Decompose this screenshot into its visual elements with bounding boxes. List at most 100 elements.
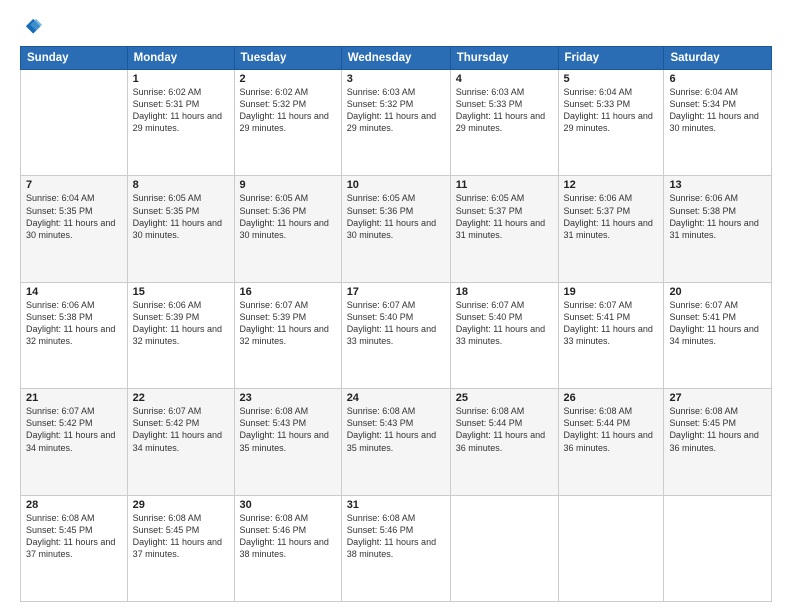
day-number: 11 [456, 179, 553, 191]
day-number: 4 [456, 73, 553, 85]
calendar-cell: 19 Sunrise: 6:07 AMSunset: 5:41 PMDaylig… [558, 282, 664, 388]
day-number: 25 [456, 392, 553, 404]
day-number: 30 [240, 499, 336, 511]
calendar-week-row: 7 Sunrise: 6:04 AMSunset: 5:35 PMDayligh… [21, 176, 772, 282]
day-info: Sunrise: 6:07 AMSunset: 5:40 PMDaylight:… [347, 299, 445, 348]
calendar-cell: 7 Sunrise: 6:04 AMSunset: 5:35 PMDayligh… [21, 176, 128, 282]
day-info: Sunrise: 6:02 AMSunset: 5:32 PMDaylight:… [240, 86, 336, 135]
calendar-cell: 27 Sunrise: 6:08 AMSunset: 5:45 PMDaylig… [664, 389, 772, 495]
day-info: Sunrise: 6:08 AMSunset: 5:46 PMDaylight:… [240, 512, 336, 561]
calendar-cell: 9 Sunrise: 6:05 AMSunset: 5:36 PMDayligh… [234, 176, 341, 282]
calendar-cell: 8 Sunrise: 6:05 AMSunset: 5:35 PMDayligh… [127, 176, 234, 282]
day-number: 19 [564, 286, 659, 298]
calendar-cell: 24 Sunrise: 6:08 AMSunset: 5:43 PMDaylig… [341, 389, 450, 495]
calendar-cell: 6 Sunrise: 6:04 AMSunset: 5:34 PMDayligh… [664, 70, 772, 176]
day-header-saturday: Saturday [664, 47, 772, 70]
calendar-cell: 25 Sunrise: 6:08 AMSunset: 5:44 PMDaylig… [450, 389, 558, 495]
day-number: 6 [669, 73, 766, 85]
day-info: Sunrise: 6:07 AMSunset: 5:40 PMDaylight:… [456, 299, 553, 348]
calendar-table: SundayMondayTuesdayWednesdayThursdayFrid… [20, 46, 772, 602]
calendar-cell [21, 70, 128, 176]
calendar-cell [558, 495, 664, 601]
day-number: 13 [669, 179, 766, 191]
day-header-friday: Friday [558, 47, 664, 70]
calendar-cell: 16 Sunrise: 6:07 AMSunset: 5:39 PMDaylig… [234, 282, 341, 388]
day-number: 17 [347, 286, 445, 298]
day-number: 20 [669, 286, 766, 298]
day-info: Sunrise: 6:07 AMSunset: 5:41 PMDaylight:… [564, 299, 659, 348]
calendar-cell: 23 Sunrise: 6:08 AMSunset: 5:43 PMDaylig… [234, 389, 341, 495]
day-number: 3 [347, 73, 445, 85]
calendar-week-row: 28 Sunrise: 6:08 AMSunset: 5:45 PMDaylig… [21, 495, 772, 601]
day-info: Sunrise: 6:04 AMSunset: 5:34 PMDaylight:… [669, 86, 766, 135]
calendar-cell: 18 Sunrise: 6:07 AMSunset: 5:40 PMDaylig… [450, 282, 558, 388]
calendar-cell: 5 Sunrise: 6:04 AMSunset: 5:33 PMDayligh… [558, 70, 664, 176]
day-info: Sunrise: 6:08 AMSunset: 5:43 PMDaylight:… [240, 405, 336, 454]
calendar-cell: 21 Sunrise: 6:07 AMSunset: 5:42 PMDaylig… [21, 389, 128, 495]
day-number: 14 [26, 286, 122, 298]
calendar-cell: 28 Sunrise: 6:08 AMSunset: 5:45 PMDaylig… [21, 495, 128, 601]
day-header-tuesday: Tuesday [234, 47, 341, 70]
calendar-cell: 1 Sunrise: 6:02 AMSunset: 5:31 PMDayligh… [127, 70, 234, 176]
day-number: 1 [133, 73, 229, 85]
day-info: Sunrise: 6:06 AMSunset: 5:38 PMDaylight:… [669, 192, 766, 241]
day-info: Sunrise: 6:07 AMSunset: 5:41 PMDaylight:… [669, 299, 766, 348]
day-number: 29 [133, 499, 229, 511]
day-info: Sunrise: 6:07 AMSunset: 5:42 PMDaylight:… [133, 405, 229, 454]
calendar-cell: 12 Sunrise: 6:06 AMSunset: 5:37 PMDaylig… [558, 176, 664, 282]
logo [20, 16, 46, 38]
day-number: 16 [240, 286, 336, 298]
day-header-sunday: Sunday [21, 47, 128, 70]
day-info: Sunrise: 6:06 AMSunset: 5:38 PMDaylight:… [26, 299, 122, 348]
day-info: Sunrise: 6:07 AMSunset: 5:42 PMDaylight:… [26, 405, 122, 454]
day-info: Sunrise: 6:08 AMSunset: 5:44 PMDaylight:… [564, 405, 659, 454]
day-info: Sunrise: 6:05 AMSunset: 5:37 PMDaylight:… [456, 192, 553, 241]
day-number: 15 [133, 286, 229, 298]
day-info: Sunrise: 6:07 AMSunset: 5:39 PMDaylight:… [240, 299, 336, 348]
calendar-week-row: 1 Sunrise: 6:02 AMSunset: 5:31 PMDayligh… [21, 70, 772, 176]
day-number: 27 [669, 392, 766, 404]
day-header-monday: Monday [127, 47, 234, 70]
calendar-cell: 31 Sunrise: 6:08 AMSunset: 5:46 PMDaylig… [341, 495, 450, 601]
day-number: 12 [564, 179, 659, 191]
day-number: 24 [347, 392, 445, 404]
day-number: 28 [26, 499, 122, 511]
day-info: Sunrise: 6:08 AMSunset: 5:45 PMDaylight:… [26, 512, 122, 561]
day-number: 21 [26, 392, 122, 404]
day-number: 18 [456, 286, 553, 298]
day-info: Sunrise: 6:04 AMSunset: 5:33 PMDaylight:… [564, 86, 659, 135]
calendar-cell: 22 Sunrise: 6:07 AMSunset: 5:42 PMDaylig… [127, 389, 234, 495]
calendar-cell: 11 Sunrise: 6:05 AMSunset: 5:37 PMDaylig… [450, 176, 558, 282]
calendar-cell: 3 Sunrise: 6:03 AMSunset: 5:32 PMDayligh… [341, 70, 450, 176]
day-info: Sunrise: 6:05 AMSunset: 5:36 PMDaylight:… [347, 192, 445, 241]
calendar-cell: 15 Sunrise: 6:06 AMSunset: 5:39 PMDaylig… [127, 282, 234, 388]
calendar-cell: 4 Sunrise: 6:03 AMSunset: 5:33 PMDayligh… [450, 70, 558, 176]
day-info: Sunrise: 6:08 AMSunset: 5:43 PMDaylight:… [347, 405, 445, 454]
day-info: Sunrise: 6:05 AMSunset: 5:36 PMDaylight:… [240, 192, 336, 241]
day-info: Sunrise: 6:03 AMSunset: 5:32 PMDaylight:… [347, 86, 445, 135]
day-info: Sunrise: 6:08 AMSunset: 5:45 PMDaylight:… [669, 405, 766, 454]
day-info: Sunrise: 6:03 AMSunset: 5:33 PMDaylight:… [456, 86, 553, 135]
day-number: 22 [133, 392, 229, 404]
calendar-cell: 30 Sunrise: 6:08 AMSunset: 5:46 PMDaylig… [234, 495, 341, 601]
calendar-cell [450, 495, 558, 601]
calendar-week-row: 21 Sunrise: 6:07 AMSunset: 5:42 PMDaylig… [21, 389, 772, 495]
calendar-cell: 29 Sunrise: 6:08 AMSunset: 5:45 PMDaylig… [127, 495, 234, 601]
day-number: 5 [564, 73, 659, 85]
day-info: Sunrise: 6:05 AMSunset: 5:35 PMDaylight:… [133, 192, 229, 241]
calendar-cell: 17 Sunrise: 6:07 AMSunset: 5:40 PMDaylig… [341, 282, 450, 388]
day-header-wednesday: Wednesday [341, 47, 450, 70]
calendar-cell: 10 Sunrise: 6:05 AMSunset: 5:36 PMDaylig… [341, 176, 450, 282]
day-number: 10 [347, 179, 445, 191]
day-info: Sunrise: 6:02 AMSunset: 5:31 PMDaylight:… [133, 86, 229, 135]
calendar-cell: 13 Sunrise: 6:06 AMSunset: 5:38 PMDaylig… [664, 176, 772, 282]
day-info: Sunrise: 6:06 AMSunset: 5:37 PMDaylight:… [564, 192, 659, 241]
calendar-week-row: 14 Sunrise: 6:06 AMSunset: 5:38 PMDaylig… [21, 282, 772, 388]
logo-icon [20, 16, 42, 38]
calendar-cell [664, 495, 772, 601]
calendar-cell: 2 Sunrise: 6:02 AMSunset: 5:32 PMDayligh… [234, 70, 341, 176]
calendar-cell: 20 Sunrise: 6:07 AMSunset: 5:41 PMDaylig… [664, 282, 772, 388]
day-info: Sunrise: 6:08 AMSunset: 5:46 PMDaylight:… [347, 512, 445, 561]
day-number: 31 [347, 499, 445, 511]
day-info: Sunrise: 6:08 AMSunset: 5:44 PMDaylight:… [456, 405, 553, 454]
